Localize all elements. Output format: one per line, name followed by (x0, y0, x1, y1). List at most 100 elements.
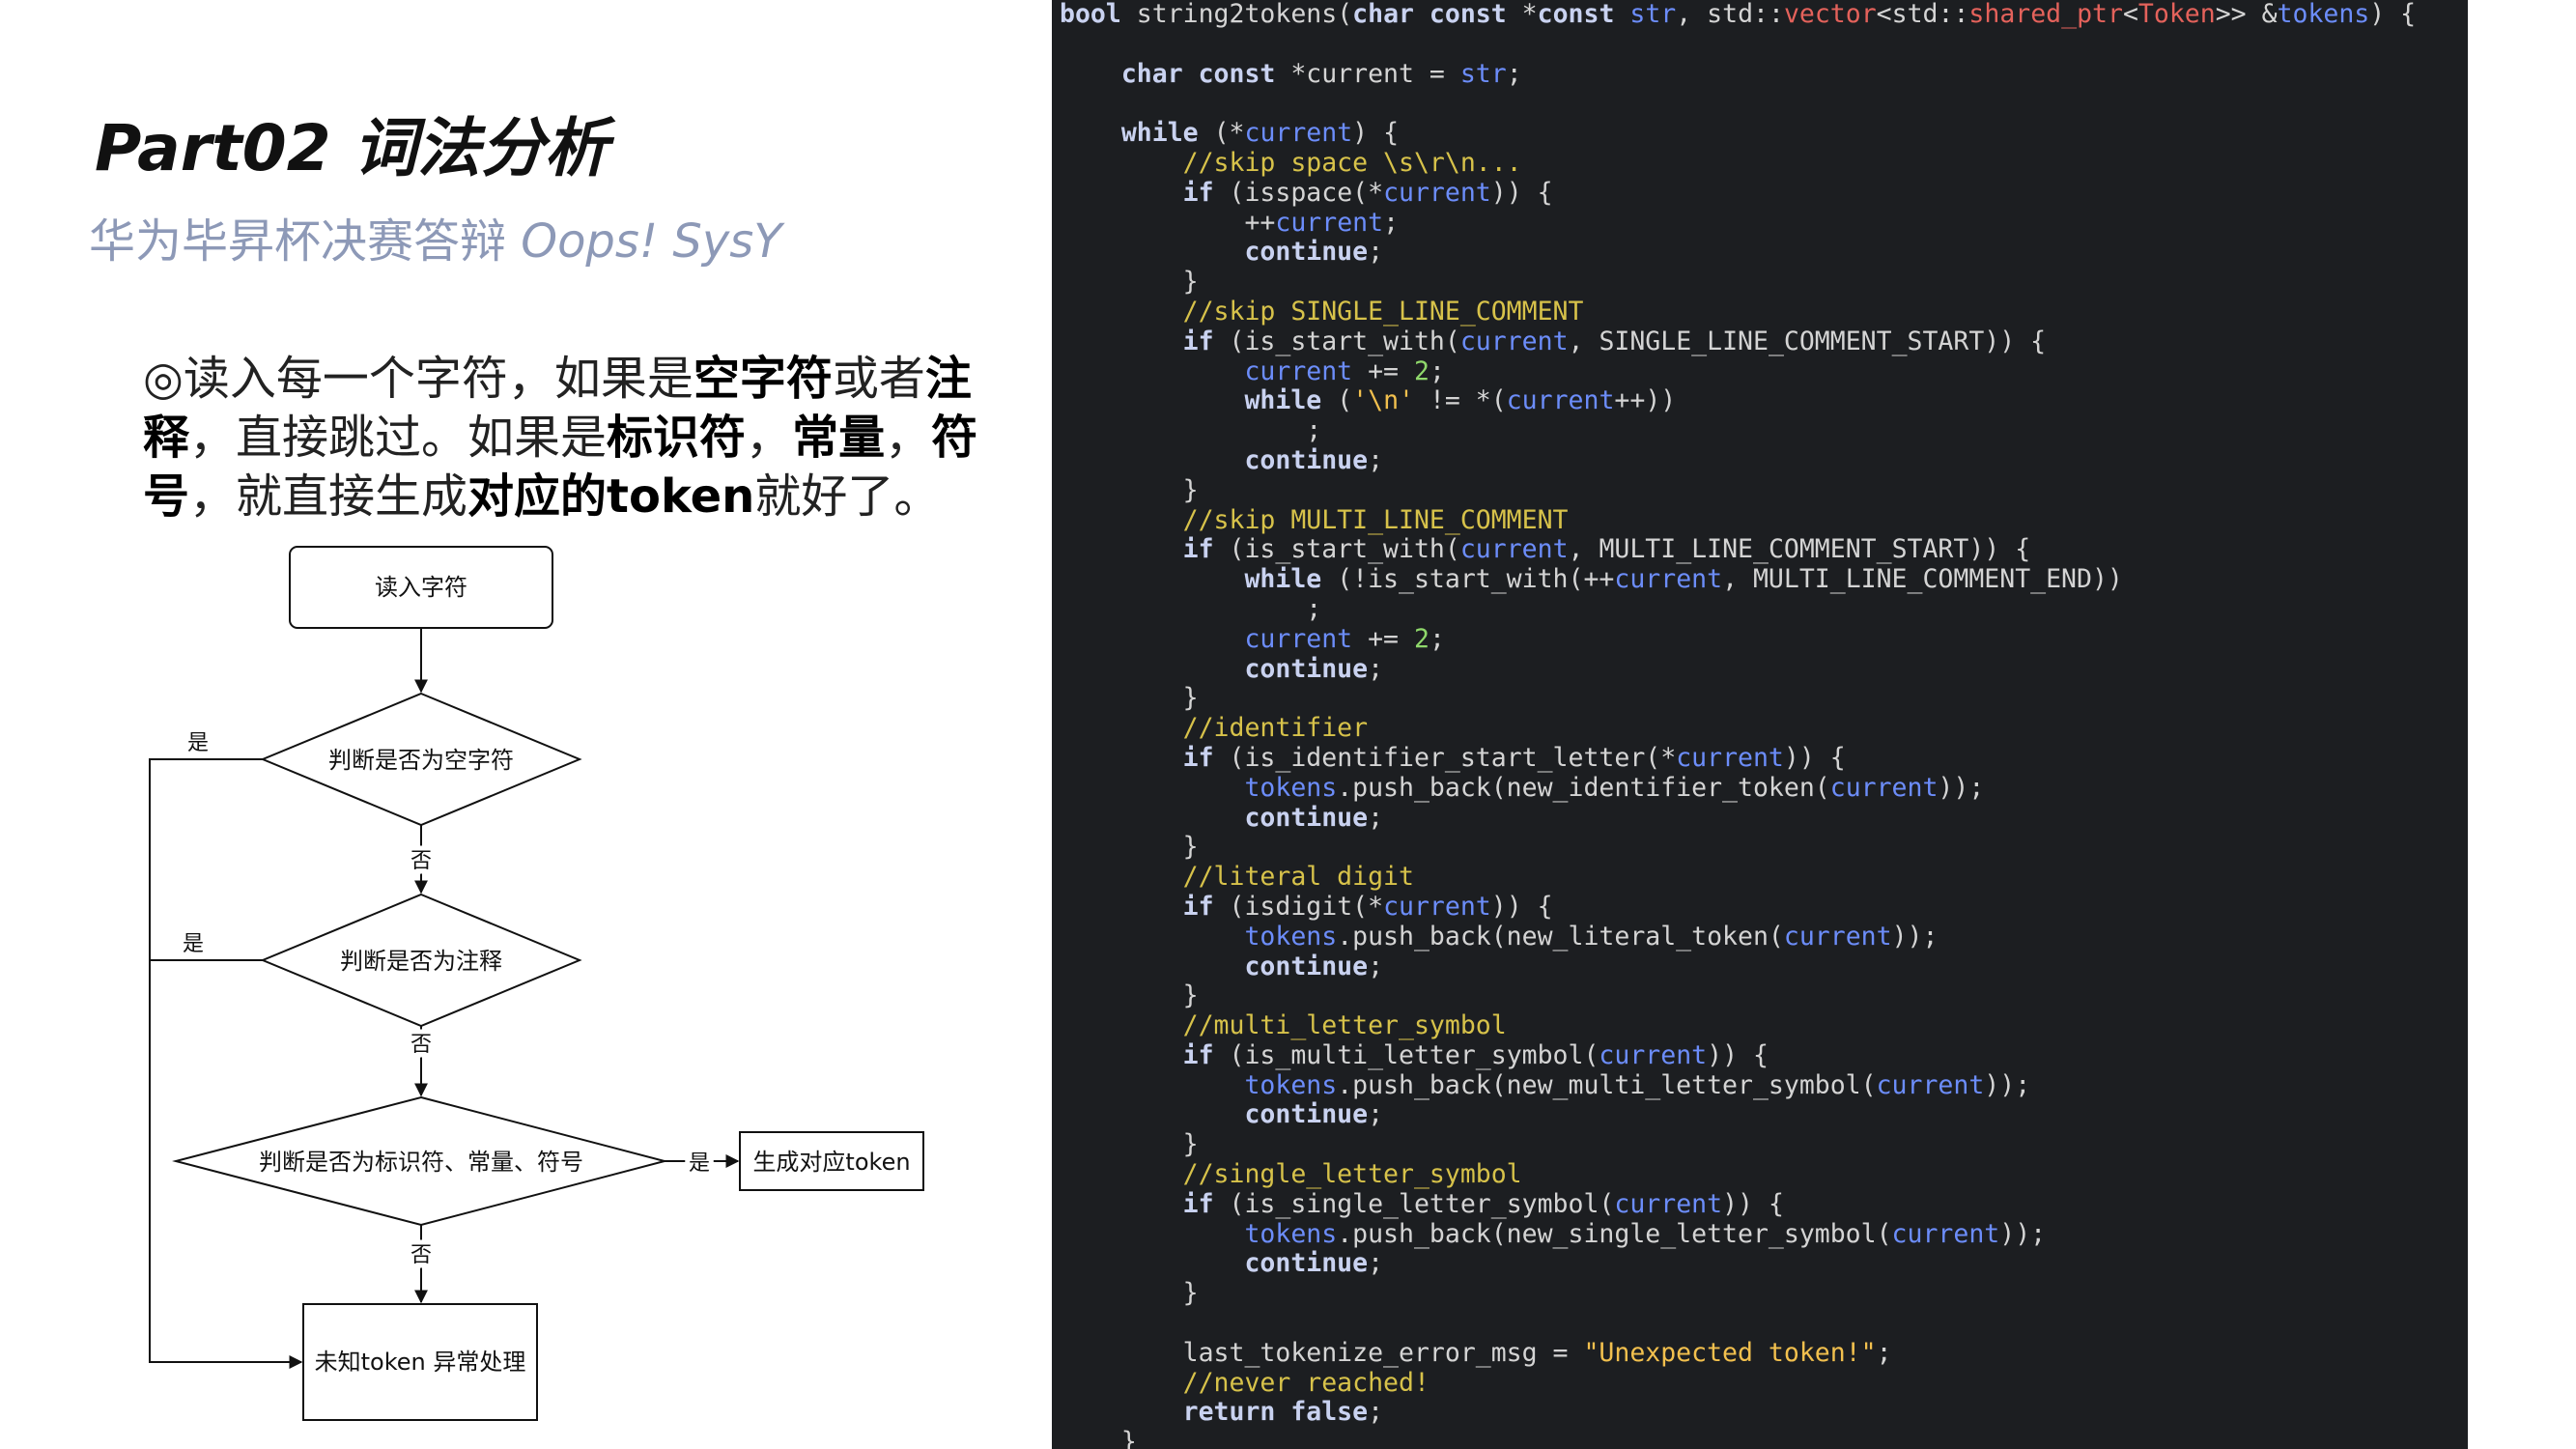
code-token: } (1060, 683, 1199, 714)
code-line: //never reached! (1060, 1367, 2468, 1399)
code-token: } (1060, 1278, 1199, 1309)
code-token: )); (1891, 921, 1939, 952)
code-token: //skip space \s\r\n... (1182, 147, 1522, 178)
code-line: ++current; (1060, 207, 2468, 239)
node-gen-token-label: 生成对应token (752, 1149, 910, 1176)
code-token: ; (1506, 58, 1522, 89)
code-token: )); (1938, 772, 1985, 803)
code-token: , std:: (1676, 0, 1784, 29)
code-token: 2 (1413, 623, 1430, 654)
code-token: , MULTI_LINE_COMMENT_END)) (1722, 564, 2123, 595)
label-no-3: 否 (410, 1243, 432, 1267)
decision-is-space-label: 判断是否为空字符 (328, 747, 514, 774)
code-token: '\n' (1352, 385, 1414, 416)
code-token: continue (1244, 1099, 1369, 1130)
code-line: } (1060, 1427, 2468, 1449)
code-token: )); (1999, 1218, 2047, 1249)
code-line: if (is_start_with(current, MULTI_LINE_CO… (1060, 534, 2468, 565)
code-token: .push_back(new_identifier_token( (1337, 772, 1830, 803)
code-line: tokens.push_back(new_identifier_token(cu… (1060, 772, 2468, 804)
code-token: ; (1429, 355, 1445, 386)
code-line: char const *current = str; (1060, 58, 2468, 90)
code-token: "Unexpected token!" (1583, 1337, 1877, 1368)
code-token: if (1182, 742, 1214, 773)
code-token: const (1537, 0, 1615, 29)
code-line: if (is_multi_letter_symbol(current)) { (1060, 1039, 2468, 1071)
code-token: ; (1429, 623, 1445, 654)
code-token: continue (1244, 802, 1369, 833)
code-token: ( (1321, 385, 1353, 416)
code-token: current (1383, 891, 1491, 922)
code-token: continue (1244, 653, 1369, 684)
code-line: current += 2; (1060, 355, 2468, 387)
code-token: char const (1352, 0, 1507, 29)
label-no-2: 否 (410, 1033, 432, 1057)
code-token: ) { (1352, 118, 1400, 149)
code-token: current (1783, 921, 1892, 952)
code-token: ; (1060, 593, 1322, 624)
code-token: current (1599, 1039, 1708, 1070)
code-token: ; (1368, 237, 1384, 268)
code-token: current (1383, 177, 1491, 208)
code-line: last_tokenize_error_msg = "Unexpected to… (1060, 1337, 2468, 1369)
code-token: bool (1060, 0, 1121, 29)
code-line: } (1060, 683, 2468, 714)
code-token: ++)) (1614, 385, 1677, 416)
code-token: )); (1984, 1069, 2031, 1100)
code-token: , MULTI_LINE_COMMENT_START)) { (1568, 534, 2031, 565)
code-line: ; (1060, 593, 2468, 625)
code-token: *current = (1275, 58, 1460, 89)
code-token: if (1182, 177, 1214, 208)
code-token: (!is_start_with(++ (1321, 564, 1615, 595)
code-line: if (is_identifier_start_letter(*current)… (1060, 742, 2468, 774)
code-token: //never reached! (1182, 1367, 1430, 1398)
edge-d1-yes (149, 758, 303, 1369)
code-token: } (1060, 474, 1199, 505)
code-token: (is_start_with( (1213, 326, 1460, 356)
code-token: (is_start_with( (1213, 534, 1460, 565)
code-token: tokens (1244, 1218, 1338, 1249)
code-token: current (1244, 623, 1353, 654)
code-token: ++ (1060, 207, 1276, 238)
code-line: if (isdigit(*current)) { (1060, 891, 2468, 923)
code-line: while ('\n' != *(current++)) (1060, 385, 2468, 416)
code-token: 2 (1413, 355, 1430, 386)
code-line: } (1060, 267, 2468, 298)
code-token: //single_letter_symbol (1182, 1159, 1522, 1190)
code-token: Token (2137, 0, 2216, 29)
code-token: continue (1244, 237, 1369, 268)
code-token: , SINGLE_LINE_COMMENT_START)) { (1568, 326, 2047, 356)
code-token: continue (1244, 951, 1369, 981)
code-token: string2tokens( (1120, 0, 1353, 29)
code-token: } (1060, 980, 1199, 1011)
code-token: if (1182, 534, 1214, 565)
code-line: if (is_single_letter_symbol(current)) { (1060, 1188, 2468, 1220)
code-token: )) { (1722, 1188, 1784, 1219)
code-token: += (1352, 355, 1414, 386)
code-token: tokens (2277, 0, 2370, 29)
code-line: current += 2; (1060, 623, 2468, 655)
code-token: += (1352, 623, 1414, 654)
code-token: current (1244, 355, 1353, 386)
node-read-char-label: 读入字符 (375, 574, 467, 601)
code-token: current (1829, 772, 1939, 803)
decision-is-comment-label: 判断是否为注释 (340, 948, 502, 975)
code-token: tokens (1244, 921, 1338, 952)
code-token: //multi_letter_symbol (1182, 1010, 1507, 1041)
